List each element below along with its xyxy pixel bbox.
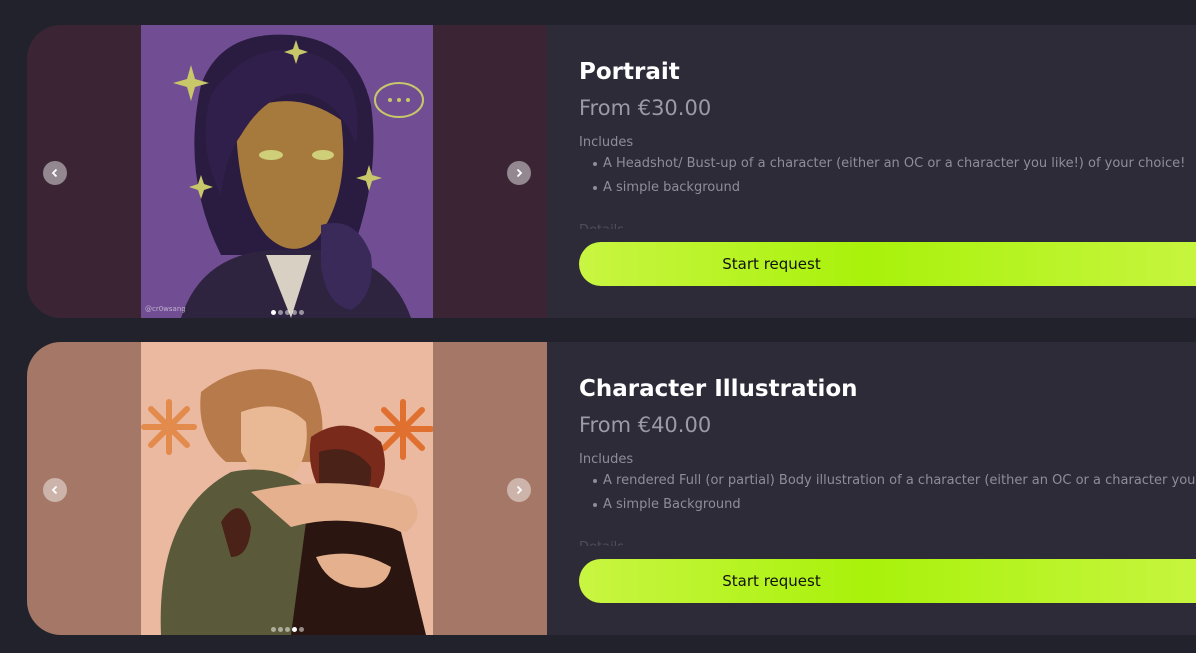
product-info: Portrait From €30.00 Includes A Headshot… [579,25,1196,318]
truncated-section-label: Details [579,223,624,229]
chevron-left-icon [51,168,58,178]
carousel-dot[interactable] [285,627,290,632]
carousel-dot[interactable] [271,310,276,315]
list-item: A simple Background [579,496,1196,520]
carousel-dot[interactable] [299,627,304,632]
carousel-indicators [271,310,304,315]
artist-watermark: @cr0wsang [145,305,186,313]
carousel-prev-button[interactable] [43,161,67,185]
product-card-portrait: @cr0wsang Portrait From €30.00 Includes … [27,25,1196,318]
start-request-button[interactable]: Start request [579,242,1196,286]
image-carousel[interactable] [27,342,547,635]
list-item: A rendered Full (or partial) Body illust… [579,472,1196,496]
carousel-next-button[interactable] [507,161,531,185]
includes-label: Includes [579,135,634,150]
start-request-label: Start request [722,255,821,273]
product-price: From €40.00 [579,413,712,437]
truncated-section-label: Details [579,540,624,546]
includes-list: A Headshot/ Bust-up of a character (eith… [579,155,1185,203]
image-carousel[interactable]: @cr0wsang [27,25,547,318]
includes-label: Includes [579,452,634,467]
character-illustration-artwork-image [141,342,433,635]
product-title: Portrait [579,59,680,85]
carousel-prev-button[interactable] [43,478,67,502]
list-item: A Headshot/ Bust-up of a character (eith… [579,155,1185,179]
carousel-dot[interactable] [292,627,297,632]
carousel-dot[interactable] [278,310,283,315]
chevron-right-icon [516,168,523,178]
product-card-character-illustration: Character Illustration From €40.00 Inclu… [27,342,1196,635]
portrait-artwork-image [141,25,433,318]
chevron-left-icon [51,485,58,495]
carousel-indicators [271,627,304,632]
start-request-button[interactable]: Start request [579,559,1196,603]
carousel-dot[interactable] [278,627,283,632]
carousel-dot[interactable] [271,627,276,632]
includes-list: A rendered Full (or partial) Body illust… [579,472,1196,520]
product-info: Character Illustration From €40.00 Inclu… [579,342,1196,635]
start-request-label: Start request [722,572,821,590]
chevron-right-icon [516,485,523,495]
carousel-dot[interactable] [299,310,304,315]
carousel-next-button[interactable] [507,478,531,502]
product-title: Character Illustration [579,376,858,402]
product-price: From €30.00 [579,96,712,120]
carousel-dot[interactable] [292,310,297,315]
list-item: A simple background [579,179,1185,203]
carousel-dot[interactable] [285,310,290,315]
